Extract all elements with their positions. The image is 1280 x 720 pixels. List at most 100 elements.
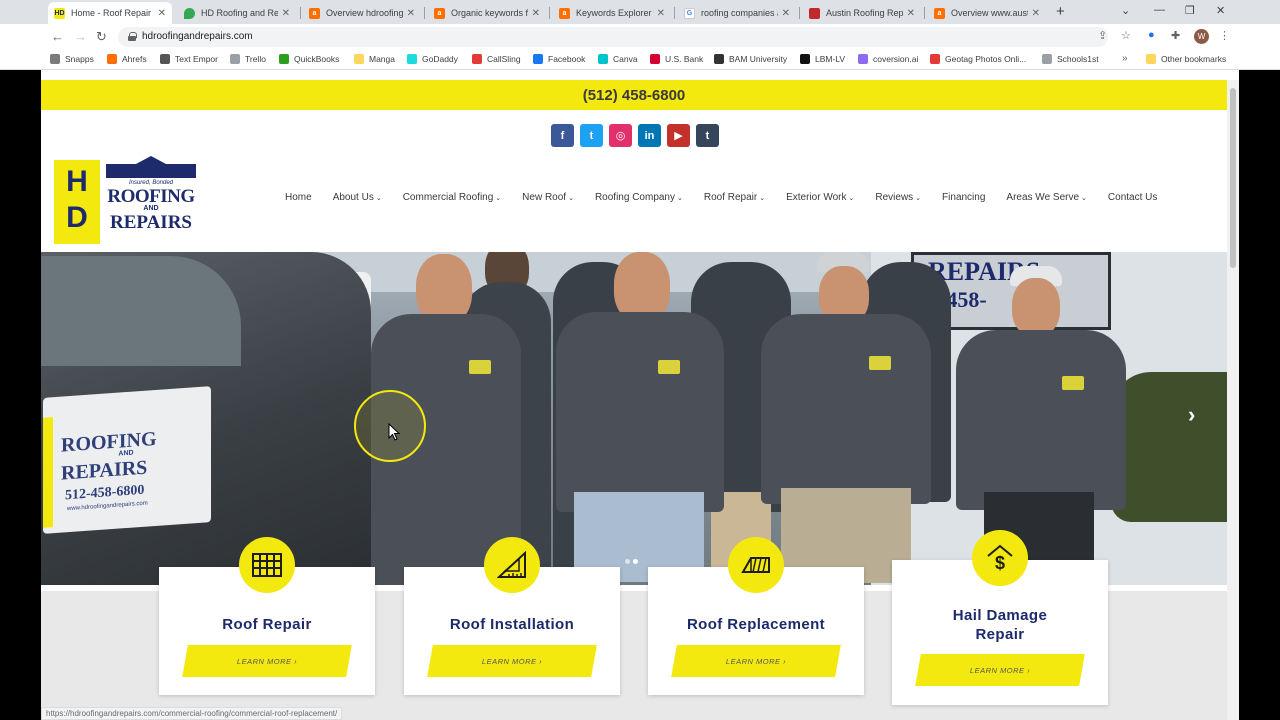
new-tab-plus-icon[interactable]: + bbox=[1056, 3, 1065, 20]
nav-item-about-us[interactable]: About Us ⌄ bbox=[333, 192, 382, 203]
tab-hd-roofing-maps[interactable]: HD Roofing and Rep ✕ bbox=[178, 2, 296, 24]
page-scrollbar[interactable] bbox=[1227, 80, 1239, 720]
bookmark-item[interactable]: BAM University bbox=[714, 54, 787, 64]
nav-item-label: Reviews bbox=[875, 192, 914, 203]
learn-more-button[interactable]: LEARN MORE › bbox=[915, 654, 1085, 686]
bookmark-label: Manga bbox=[369, 54, 395, 64]
nav-item-areas-we-serve[interactable]: Areas We Serve ⌄ bbox=[1006, 192, 1087, 203]
nav-item-label: Roofing Company bbox=[594, 192, 675, 203]
bookmark-label: Schools1st bbox=[1057, 54, 1099, 64]
bookmark-label: Snapps bbox=[65, 54, 94, 64]
learn-more-label: LEARN MORE › bbox=[236, 656, 298, 666]
bookmark-item[interactable]: Ahrefs bbox=[107, 54, 147, 64]
other-bookmarks[interactable]: Other bookmarks bbox=[1146, 54, 1226, 64]
nav-item-contact-us[interactable]: Contact Us bbox=[1108, 192, 1157, 203]
bookmark-item[interactable]: GoDaddy bbox=[407, 54, 458, 64]
scrollbar-thumb[interactable] bbox=[1230, 88, 1236, 268]
bookmark-item[interactable]: coversion.ai bbox=[858, 54, 918, 64]
address-bar[interactable]: hdroofingandrepairs.com bbox=[118, 27, 1108, 47]
bookmark-item[interactable]: Text Empor bbox=[160, 54, 218, 64]
bookmark-item[interactable]: Trello bbox=[230, 54, 266, 64]
share-icon[interactable]: ⇪ bbox=[1098, 29, 1107, 42]
bookmark-star-icon[interactable]: ☆ bbox=[1121, 29, 1131, 42]
restore-icon[interactable]: ❐ bbox=[1185, 4, 1195, 17]
more-menu-icon[interactable]: ⋮ bbox=[1219, 29, 1230, 42]
bookmark-item[interactable]: QuickBooks bbox=[279, 54, 339, 64]
nav-item-financing[interactable]: Financing bbox=[942, 192, 985, 203]
tab-search-chevron-icon[interactable]: ⌄ bbox=[1121, 4, 1130, 17]
reload-icon[interactable]: ↻ bbox=[96, 29, 107, 45]
extension-icon[interactable]: ● bbox=[1148, 29, 1155, 41]
bookmark-item[interactable]: Canva bbox=[598, 54, 638, 64]
service-card-roof-replacement[interactable]: Roof Replacement LEARN MORE › bbox=[648, 537, 864, 695]
close-window-icon[interactable]: ✕ bbox=[1216, 4, 1225, 17]
close-icon[interactable]: ✕ bbox=[158, 8, 166, 19]
forward-arrow-icon[interactable]: → bbox=[74, 29, 87, 44]
linkedin-icon[interactable]: in bbox=[638, 124, 661, 147]
service-card-roof-repair[interactable]: Roof Repair LEARN MORE › bbox=[159, 537, 375, 695]
tab-organic-keywords[interactable]: a Organic keywords fo ✕ bbox=[428, 2, 546, 24]
bookmark-item[interactable]: Facebook bbox=[533, 54, 585, 64]
close-icon[interactable]: ✕ bbox=[1032, 8, 1040, 19]
bookmark-favicon-icon bbox=[800, 54, 810, 64]
tab-title: Overview hdroofing bbox=[326, 8, 403, 18]
learn-more-button[interactable]: LEARN MORE › bbox=[182, 645, 352, 677]
chevron-down-icon: ⌄ bbox=[568, 195, 574, 202]
bookmark-favicon-icon bbox=[107, 54, 117, 64]
instagram-icon[interactable]: ◎ bbox=[609, 124, 632, 147]
nav-item-new-roof[interactable]: New Roof ⌄ bbox=[522, 192, 574, 203]
tab-title: roofing companies a bbox=[701, 8, 778, 18]
minimize-icon[interactable]: — bbox=[1154, 4, 1165, 16]
bookmark-item[interactable]: CallSling bbox=[472, 54, 521, 64]
tab-overview-hdroofing[interactable]: a Overview hdroofing ✕ bbox=[303, 2, 421, 24]
nav-item-exterior-work[interactable]: Exterior Work ⌄ bbox=[786, 192, 854, 203]
site-logo[interactable]: HD Insured, Bonded ROOFING AND REPAIRS bbox=[54, 156, 199, 244]
bookmark-item[interactable]: LBM-LV bbox=[800, 54, 845, 64]
close-icon[interactable]: ✕ bbox=[532, 8, 540, 19]
close-icon[interactable]: ✕ bbox=[282, 8, 290, 19]
nav-item-roof-repair[interactable]: Roof Repair ⌄ bbox=[704, 192, 765, 203]
nav-item-roofing-company[interactable]: Roofing Company ⌄ bbox=[595, 192, 683, 203]
service-card-roof-installation[interactable]: Roof Installation LEARN MORE › bbox=[404, 537, 620, 695]
profile-avatar[interactable]: W bbox=[1194, 29, 1209, 44]
bookmarks-overflow-icon[interactable]: » bbox=[1122, 53, 1128, 64]
bookmark-label: Geotag Photos Onli... bbox=[945, 54, 1027, 64]
bookmark-item[interactable]: Manga bbox=[354, 54, 395, 64]
nav-item-commercial-roofing[interactable]: Commercial Roofing ⌄ bbox=[403, 192, 501, 203]
service-card-hail-damage-repair[interactable]: $ Hail Damage Repair LEARN MORE › bbox=[892, 530, 1108, 705]
nav-item-reviews[interactable]: Reviews ⌄ bbox=[875, 192, 921, 203]
nav-item-label: Financing bbox=[942, 192, 986, 203]
card-title: Hail Damage Repair bbox=[952, 607, 1048, 643]
tab-roofing-companies-google[interactable]: G roofing companies a ✕ bbox=[678, 2, 796, 24]
slider-next-chevron-icon[interactable]: › bbox=[1188, 402, 1195, 428]
bookmark-favicon-icon bbox=[230, 54, 240, 64]
close-icon[interactable]: ✕ bbox=[907, 8, 915, 19]
learn-more-button[interactable]: LEARN MORE › bbox=[671, 645, 841, 677]
bookmark-label: LBM-LV bbox=[815, 54, 846, 64]
slider-dot[interactable] bbox=[625, 559, 630, 564]
bookmark-item[interactable]: U.S. Bank bbox=[650, 54, 703, 64]
learn-more-button[interactable]: LEARN MORE › bbox=[427, 645, 597, 677]
youtube-icon[interactable]: ▶ bbox=[667, 124, 690, 147]
puzzle-extensions-icon[interactable]: ✚ bbox=[1171, 29, 1180, 42]
nav-item-home[interactable]: Home bbox=[285, 192, 312, 203]
ahrefs-favicon-icon: a bbox=[559, 7, 570, 19]
slider-dot-active[interactable] bbox=[633, 559, 638, 564]
back-arrow-icon[interactable]: ← bbox=[51, 29, 64, 44]
bookmark-item[interactable]: Geotag Photos Onli... bbox=[930, 54, 1026, 64]
facebook-icon[interactable]: f bbox=[551, 124, 574, 147]
close-icon[interactable]: ✕ bbox=[407, 8, 415, 19]
tab-home-roof-repair[interactable]: HD Home - Roof Repair ✕ bbox=[48, 2, 172, 24]
tumblr-icon[interactable]: t bbox=[696, 124, 719, 147]
tab-keywords-explorer[interactable]: a Keywords Explorer ✕ bbox=[553, 2, 671, 24]
tab-austin-roofing[interactable]: Austin Roofing Repl ✕ bbox=[803, 2, 921, 24]
bookmark-item[interactable]: Snapps bbox=[50, 54, 94, 64]
card-title: Roof Installation bbox=[449, 616, 575, 633]
phone-link[interactable]: (512) 458-6800 bbox=[583, 87, 686, 104]
bookmark-item[interactable]: Schools1st bbox=[1042, 54, 1099, 64]
twitter-icon[interactable]: t bbox=[580, 124, 603, 147]
close-icon[interactable]: ✕ bbox=[782, 8, 790, 19]
tab-overview-austin[interactable]: a Overview www.austi ✕ bbox=[928, 2, 1046, 24]
ahrefs-favicon-icon: a bbox=[309, 7, 320, 19]
close-icon[interactable]: ✕ bbox=[657, 8, 665, 19]
